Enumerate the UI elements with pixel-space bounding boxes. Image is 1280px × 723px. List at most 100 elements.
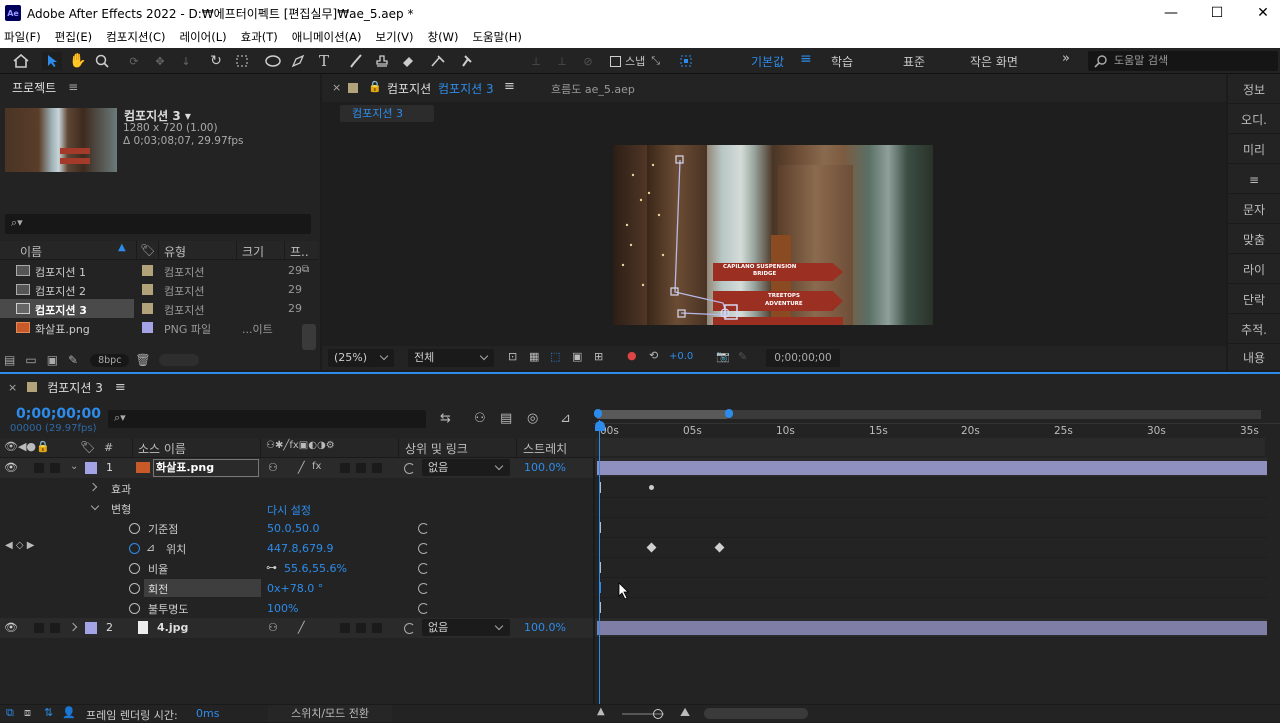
lock-toggle[interactable] — [50, 623, 60, 633]
timeline-menu-icon[interactable]: ≡ — [115, 380, 126, 395]
resolution-select[interactable]: 전체 — [408, 349, 494, 367]
menu-help[interactable]: 도움말(H) — [472, 29, 521, 45]
snap-checkbox[interactable] — [610, 55, 621, 67]
roto-brush-icon[interactable] — [428, 52, 448, 70]
project-search-input[interactable]: ⌕▾ — [5, 214, 311, 234]
frame-blending-icon[interactable]: ▤ — [500, 411, 512, 426]
ellipse-tool-icon[interactable] — [262, 52, 284, 70]
stopwatch-icon[interactable] — [129, 603, 140, 614]
stretch-value[interactable]: 100.0% — [524, 621, 566, 634]
brush-tool-icon[interactable] — [346, 52, 366, 70]
pan-behind-tool-icon[interactable] — [232, 52, 252, 70]
zoom-tool-icon[interactable] — [92, 52, 112, 70]
layer-name[interactable]: 화살표.png — [153, 459, 259, 477]
parent-link-column[interactable]: 상위 및 링크 — [405, 440, 468, 457]
collapse-chevron-icon[interactable]: ⌄ — [70, 461, 78, 472]
stopwatch-icon[interactable] — [129, 563, 140, 574]
selection-tool-icon[interactable] — [42, 52, 62, 70]
show-snapshot-icon[interactable]: ✎ — [738, 350, 747, 363]
axis-view-icon[interactable]: ⊘ — [578, 52, 598, 70]
workspace-learn[interactable]: 학습 — [831, 53, 853, 70]
property-value[interactable]: 55.6,55.6% — [284, 562, 347, 575]
quality-switch-icon[interactable]: ╱ — [298, 461, 305, 474]
label-color-swatch[interactable] — [142, 265, 153, 276]
solo-toggle[interactable] — [34, 623, 44, 633]
panel-menu-icon[interactable]: ≡ — [68, 80, 78, 94]
audio-panel-tab[interactable]: 오디. — [1228, 106, 1280, 134]
project-item-selected[interactable]: 컴포지션 3 컴포지션 29 — [0, 299, 318, 318]
menu-window[interactable]: 창(W) — [428, 29, 459, 45]
type-tool-icon[interactable]: T — [314, 52, 334, 70]
menu-file[interactable]: 파일(F) — [4, 29, 41, 45]
eye-icon[interactable]: 👁 — [4, 621, 18, 634]
property-value[interactable]: 50.0,50.0 — [267, 522, 319, 535]
collapse-chevron-icon[interactable] — [90, 501, 100, 511]
solo-toggle[interactable] — [34, 463, 44, 473]
col-name[interactable]: 이름 — [20, 243, 42, 260]
mask-visibility-icon[interactable]: ⬚ — [550, 350, 560, 363]
stopwatch-active-icon[interactable] — [129, 543, 140, 554]
parent-select[interactable]: 없음 — [422, 459, 510, 476]
content-aware-fill-tab[interactable]: 내용 — [1228, 344, 1280, 372]
new-composition-icon[interactable]: ▣ — [47, 353, 58, 367]
axis-world-icon[interactable]: ⊥ — [552, 52, 572, 70]
preview-panel-tab[interactable]: 미리 — [1228, 136, 1280, 164]
align-panel-tab[interactable]: 맞춤 — [1228, 226, 1280, 254]
source-name-column[interactable]: 소스 이름 — [138, 440, 186, 457]
property-value[interactable]: 0x+78.0 ° — [267, 582, 323, 595]
layer-duration-bar[interactable] — [597, 461, 1267, 475]
col-size[interactable]: 크기 — [242, 243, 264, 260]
eraser-tool-icon[interactable] — [398, 52, 418, 70]
comp-flowchart-icon[interactable]: ⇆ — [440, 411, 451, 426]
property-value[interactable]: 100% — [267, 602, 298, 615]
dolly-camera-icon[interactable]: ↓ — [176, 52, 196, 70]
menu-animation[interactable]: 애니메이션(A) — [292, 29, 362, 45]
keyframe-navigator[interactable]: ◀ ◇ ▶ — [5, 540, 34, 551]
render-time-toggle-icon[interactable]: 👤 — [62, 706, 76, 719]
thumbnail-slider[interactable] — [158, 354, 199, 366]
stretch-value[interactable]: 100.0% — [524, 461, 566, 474]
axis-local-icon[interactable]: ⊥ — [526, 52, 546, 70]
pick-whip-icon[interactable] — [418, 543, 429, 554]
viewer-tab-label[interactable]: 컴포지션 — [387, 80, 431, 97]
transparency-grid-icon[interactable]: ▦ — [529, 350, 539, 363]
workspace-small-screen[interactable]: 작은 화면 — [970, 53, 1018, 70]
shy-switch-icon[interactable]: ⚇ — [268, 461, 278, 474]
viewer-timecode[interactable]: 0;00;00;00 — [766, 349, 840, 367]
magnification-select[interactable]: (25%) — [328, 349, 394, 367]
dependencies-icon[interactable]: ✎ — [68, 353, 78, 367]
motion-blur-icon[interactable]: ◎ — [527, 411, 538, 426]
info-panel-tab[interactable]: 정보 — [1228, 76, 1280, 104]
interpret-footage-icon[interactable]: ▤ — [4, 353, 15, 367]
expand-chevron-icon[interactable] — [68, 622, 78, 632]
pan-camera-icon[interactable]: ✥ — [150, 52, 170, 70]
property-row-position[interactable]: ◀ ◇ ▶ ⊿ 위치 447.8,679.9 — [0, 538, 593, 558]
snapshot-camera-icon[interactable]: 📷 — [716, 350, 730, 363]
col-type[interactable]: 유형 — [164, 243, 186, 260]
switch-box[interactable] — [340, 463, 350, 473]
menu-edit[interactable]: 편집(E) — [55, 29, 92, 45]
col-frame-rate[interactable]: 프.. — [290, 243, 309, 260]
pick-whip-icon[interactable] — [418, 583, 429, 594]
paragraph-panel-tab[interactable]: 단락 — [1228, 286, 1280, 314]
flowchart-icon[interactable]: ⧉ — [302, 264, 309, 275]
trash-icon[interactable]: 🗑 — [135, 353, 150, 367]
help-search-input[interactable]: 도움말 검색 — [1088, 51, 1278, 71]
keyframe-diamond[interactable] — [646, 542, 657, 553]
parent-select[interactable]: 없음 — [422, 619, 510, 636]
project-scrollbar[interactable] — [302, 324, 316, 350]
timeline-scrollbar[interactable] — [704, 708, 808, 719]
flowchart-tab[interactable]: 흐름도 ae_5.aep — [551, 81, 635, 97]
switch-box[interactable] — [356, 463, 366, 473]
pick-whip-icon[interactable] — [418, 563, 429, 574]
switch-box[interactable] — [340, 623, 350, 633]
motion-path-overlay[interactable] — [613, 145, 933, 325]
clone-stamp-icon[interactable] — [372, 52, 392, 70]
timeline-tab[interactable]: 컴포지션 3 — [47, 379, 103, 396]
graph-editor-icon[interactable]: ⊿ — [560, 411, 571, 426]
toggle-switches-modes-button[interactable]: 스위치/모드 전환 — [268, 705, 392, 722]
viewer-tab-comp[interactable]: 컴포지션 3 — [438, 80, 494, 97]
label-color-swatch[interactable] — [142, 322, 153, 333]
orbit-camera-icon[interactable]: ⟳ — [124, 52, 144, 70]
zoom-slider-knob[interactable] — [653, 709, 663, 719]
